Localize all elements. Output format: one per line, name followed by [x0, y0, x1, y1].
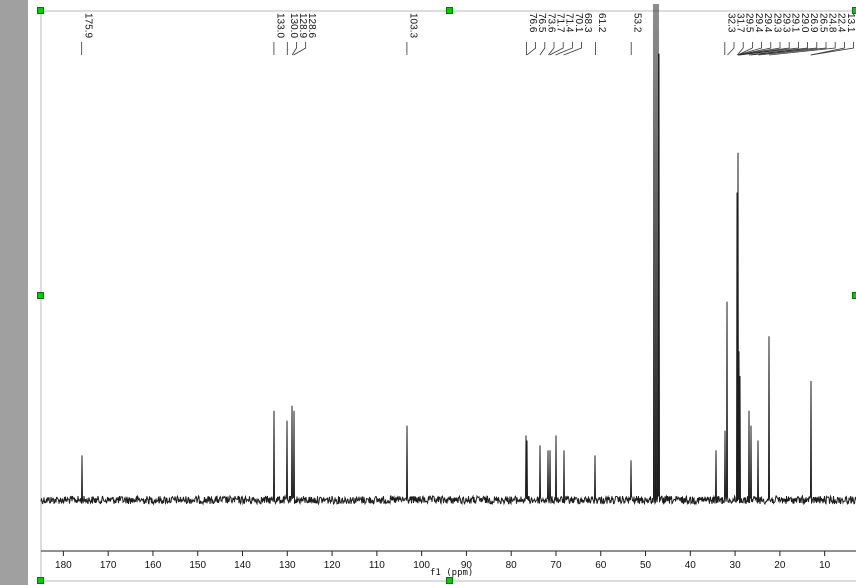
x-axis-tick-label: 140	[234, 560, 251, 571]
x-axis-tick-label: 160	[145, 560, 162, 571]
peak-label-leader	[526, 42, 536, 56]
resize-handle-middle-left[interactable]	[37, 292, 44, 299]
x-axis-tick-label: 20	[774, 560, 786, 571]
x-axis-tick-label: 110	[369, 560, 385, 571]
resize-handle-top-middle[interactable]	[446, 7, 453, 14]
resize-handle-bottom-middle[interactable]	[446, 577, 453, 584]
peak-label: 103.3	[407, 13, 418, 38]
spectrum-chart[interactable]: 175.9 133.0 130.0128.9128.6 103.3 76.676.573…	[0, 0, 856, 585]
x-axis-tick-label: 100	[413, 560, 430, 571]
peak-label-leader	[291, 42, 297, 56]
peak-label-leader	[555, 42, 573, 56]
nmr-viewer: 175.9 133.0 130.0 128.9 128.6 103.3 76.6 76.5 73…	[0, 0, 856, 585]
peak-label: 175.9	[82, 13, 93, 38]
peak-label: 68.3	[582, 13, 593, 33]
x-axis-tick-label: 40	[685, 560, 697, 571]
x-axis-tick-label: 30	[730, 560, 742, 571]
resize-handle-top-right[interactable]	[852, 7, 856, 14]
x-axis-title: f1 (ppm)	[430, 568, 474, 578]
x-axis-tick-label: 80	[506, 560, 518, 571]
peak-label: 61.2	[596, 13, 607, 33]
x-axis-tick-label: 180	[55, 560, 72, 571]
peak-label: 53.2	[632, 13, 643, 33]
peak-label: 128.6	[306, 13, 317, 38]
peak-label: 133.0	[274, 13, 285, 38]
x-axis-tick-label: 170	[100, 560, 117, 571]
peak-label-leader	[539, 42, 546, 56]
resize-handle-bottom-left[interactable]	[37, 577, 44, 584]
spectrum-trace	[40, 3, 856, 506]
peak-label-leader	[727, 42, 735, 56]
x-axis-tick-label: 10	[819, 560, 831, 571]
x-axis-tick-label: 130	[279, 560, 296, 571]
resize-handle-middle-right[interactable]	[852, 292, 856, 299]
x-axis-tick-label: 60	[595, 560, 607, 571]
peak-label-leader	[293, 42, 307, 56]
resize-handle-top-left[interactable]	[37, 7, 44, 14]
x-axis-tick-label: 120	[324, 560, 341, 571]
peak-labels: 175.9 133.0 130.0128.9128.6 103.3 76.676.573…	[82, 13, 856, 38]
selection-frame	[40, 10, 856, 582]
x-axis-tick-label: 70	[550, 560, 562, 571]
peak-label-leaders	[81, 42, 854, 56]
x-axis-tick-label: 50	[640, 560, 652, 571]
x-axis-tick-label: 150	[189, 560, 206, 571]
